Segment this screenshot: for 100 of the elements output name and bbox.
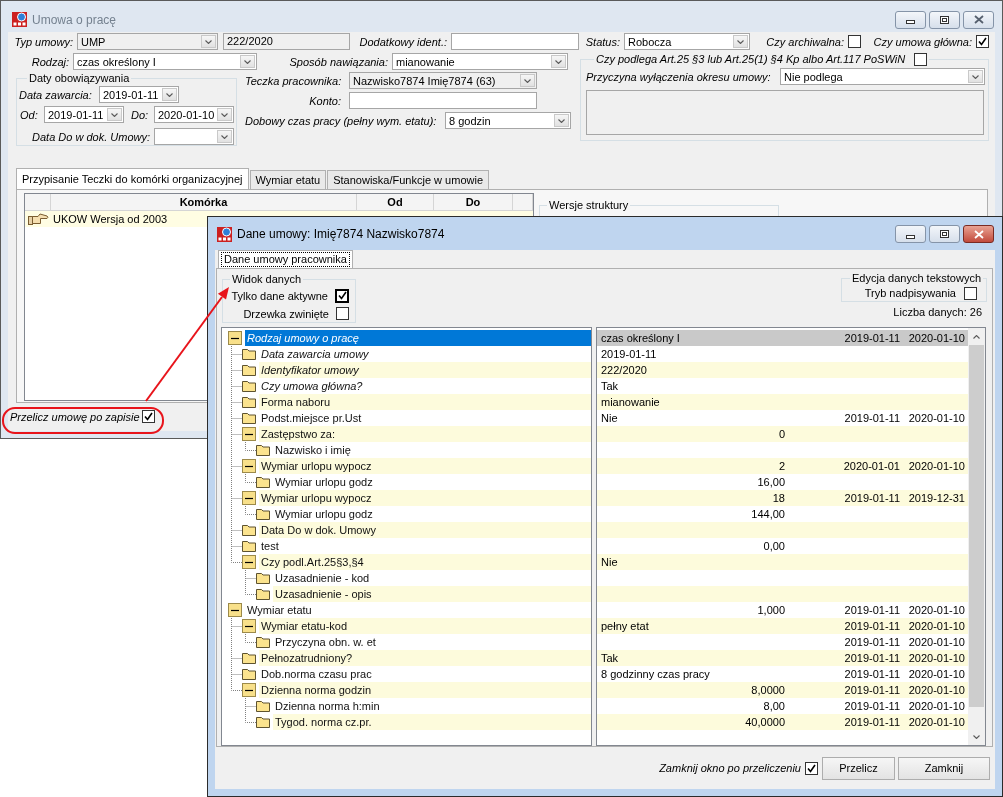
tree-item[interactable]: Data zawarcia umowy <box>259 346 591 362</box>
data-row[interactable]: 2019-01-11 2020-01-10 <box>597 634 968 650</box>
minus-box-icon[interactable] <box>242 683 256 697</box>
minus-box-icon[interactable] <box>228 603 242 617</box>
tree-item[interactable]: Identyfikator umowy <box>259 362 591 378</box>
tree-item[interactable]: Zastępstwo za: <box>259 426 591 442</box>
tree-connector <box>231 378 242 394</box>
data-row[interactable]: 0 <box>597 426 968 442</box>
tree-item[interactable]: Wymiar etatu <box>245 602 591 618</box>
close-button[interactable] <box>963 225 994 243</box>
tree-item[interactable]: Dob.norma czasu prac <box>259 666 591 682</box>
tree-item[interactable]: Wymiar etatu-kod <box>259 618 591 634</box>
tree-item[interactable]: Uzasadnienie - kod <box>273 570 591 586</box>
data-row[interactable]: 222/2020 <box>597 362 968 378</box>
dialog-button[interactable]: Zamknij <box>898 756 990 780</box>
date-dropdown[interactable]: 2019-01-11 <box>99 86 179 103</box>
recalculate-checkbox[interactable] <box>141 410 155 423</box>
data-row[interactable]: Nie <box>597 554 968 570</box>
status-dropdown[interactable]: Robocza <box>624 33 750 50</box>
data-row[interactable]: 8,00 2019-01-11 2020-01-10 <box>597 698 968 714</box>
minus-box-icon[interactable] <box>228 331 242 345</box>
minimize-button[interactable] <box>895 225 926 243</box>
data-row[interactable]: Nie 2019-01-11 2020-01-10 <box>597 410 968 426</box>
data-row[interactable]: 0,00 <box>597 538 968 554</box>
folder-icon <box>256 700 270 712</box>
data-row[interactable]: 16,00 <box>597 474 968 490</box>
tree-item[interactable]: Uzasadnienie - opis <box>273 586 591 602</box>
tree-item[interactable]: Forma naboru <box>259 394 591 410</box>
data-row[interactable]: 2019-01-11 <box>597 346 968 362</box>
tree-item[interactable]: Wymiar urlopu wypocz <box>259 490 591 506</box>
tree-item[interactable]: Nazwisko i imię <box>273 442 591 458</box>
end-date: 2020-01-10 <box>908 459 965 474</box>
input-field[interactable] <box>349 92 537 109</box>
date-dropdown[interactable]: 2020-01-10 <box>154 106 234 123</box>
establishment-dropdown[interactable]: mianowanie <box>392 53 568 70</box>
close-after-checkbox[interactable] <box>805 761 818 775</box>
overwrite-checkbox[interactable] <box>964 286 977 300</box>
tree-item[interactable]: Data Do w dok. Umowy <box>259 522 591 538</box>
tree-item[interactable]: Wymiar urlopu godz <box>273 474 591 490</box>
tree-item[interactable]: Wymiar urlopu godz <box>273 506 591 522</box>
minus-box-icon[interactable] <box>242 459 256 473</box>
data-row[interactable]: mianowanie <box>597 394 968 410</box>
value-text: Nie <box>601 555 618 570</box>
tab[interactable]: Dane umowy pracownika <box>218 250 353 268</box>
data-row[interactable]: Tak 2019-01-11 2020-01-10 <box>597 650 968 666</box>
close-button[interactable] <box>963 10 994 29</box>
tree-item[interactable]: Wymiar urlopu wypocz <box>259 458 591 474</box>
maximize-button[interactable] <box>929 225 960 243</box>
data-row[interactable]: 40,0000 2019-01-11 2020-01-10 <box>597 714 968 730</box>
value-text: 8,00 <box>763 699 785 714</box>
field-label: Czy umowa główna: <box>873 35 972 48</box>
data-row[interactable]: 2 2020-01-01 2020-01-10 <box>597 458 968 474</box>
input-field[interactable] <box>451 33 579 50</box>
data-row[interactable]: czas określony I 2019-01-11 2020-01-10 <box>597 330 968 346</box>
minus-box-icon[interactable] <box>242 427 256 441</box>
minimize-button[interactable] <box>895 10 926 29</box>
reason-dropdown[interactable]: Nie podlega <box>780 68 985 85</box>
tab[interactable]: Przypisanie Teczki do komórki organizacyjnej <box>16 168 249 189</box>
tree-item[interactable]: test <box>259 538 591 554</box>
tab[interactable]: Wymiar etatu <box>249 170 327 189</box>
field-label: Status: <box>585 35 620 48</box>
table-cell-text: UKOW Wersja od 2003 <box>52 213 168 225</box>
scrollbar-thumb[interactable] <box>969 345 984 707</box>
tree-item[interactable]: Pełnozatrudniony? <box>259 650 591 666</box>
daily-hours-dropdown[interactable]: 8 godzin <box>445 112 571 129</box>
minus-box-icon[interactable] <box>242 619 256 633</box>
value-text: czas określony I <box>601 331 680 346</box>
folder-icon <box>256 508 270 520</box>
tree-item[interactable]: Dzienna norma godzin <box>259 682 591 698</box>
tree-item[interactable]: Czy podl.Art.25§3,§4 <box>259 554 591 570</box>
tree-item[interactable]: Dzienna norma h:min <box>273 698 591 714</box>
end-date: 2020-01-10 <box>908 667 965 682</box>
tab[interactable]: Stanowiska/Funkcje w umowie <box>327 170 489 189</box>
start-date: 2019-01-11 <box>844 651 900 666</box>
maximize-button[interactable] <box>929 10 960 29</box>
minus-box-icon[interactable] <box>242 555 256 569</box>
tree-item[interactable]: Przyczyna obn. w. et <box>273 634 591 650</box>
tree-connector <box>245 474 256 483</box>
option-checkbox[interactable] <box>336 307 349 320</box>
date-dropdown[interactable]: 2019-01-11 <box>44 106 124 123</box>
tree-item[interactable]: Czy umowa główna? <box>259 378 591 394</box>
data-row[interactable]: 1,000 2019-01-11 2020-01-10 <box>597 602 968 618</box>
archived-checkbox[interactable] <box>848 35 861 48</box>
minus-box-icon[interactable] <box>242 491 256 505</box>
value-text: 0 <box>778 427 785 442</box>
tree-item[interactable]: Rodzaj umowy o pracę <box>245 330 591 346</box>
data-row[interactable]: Tak <box>597 378 968 394</box>
data-row[interactable]: 8,0000 2019-01-11 2020-01-10 <box>597 682 968 698</box>
data-row[interactable]: pełny etat 2019-01-11 2020-01-10 <box>597 618 968 634</box>
tree-guide-line <box>231 506 232 522</box>
article-checkbox[interactable] <box>914 53 928 66</box>
option-checkbox[interactable] <box>335 288 349 303</box>
data-row[interactable]: 8 godzinny czas pracy 2019-01-11 2020-01-10 <box>597 666 968 682</box>
dialog-button[interactable]: Przelicz <box>822 756 895 780</box>
main-contract-checkbox[interactable] <box>976 35 989 48</box>
contract-kind-dropdown[interactable]: czas określony I <box>73 53 257 70</box>
data-row[interactable]: 18 2019-01-11 2019-12-31 <box>597 490 968 506</box>
tree-item[interactable]: Tygod. norma cz.pr. <box>273 714 591 730</box>
data-row[interactable]: 144,00 <box>597 506 968 522</box>
tree-item[interactable]: Podst.miejsce pr.Ust <box>259 410 591 426</box>
